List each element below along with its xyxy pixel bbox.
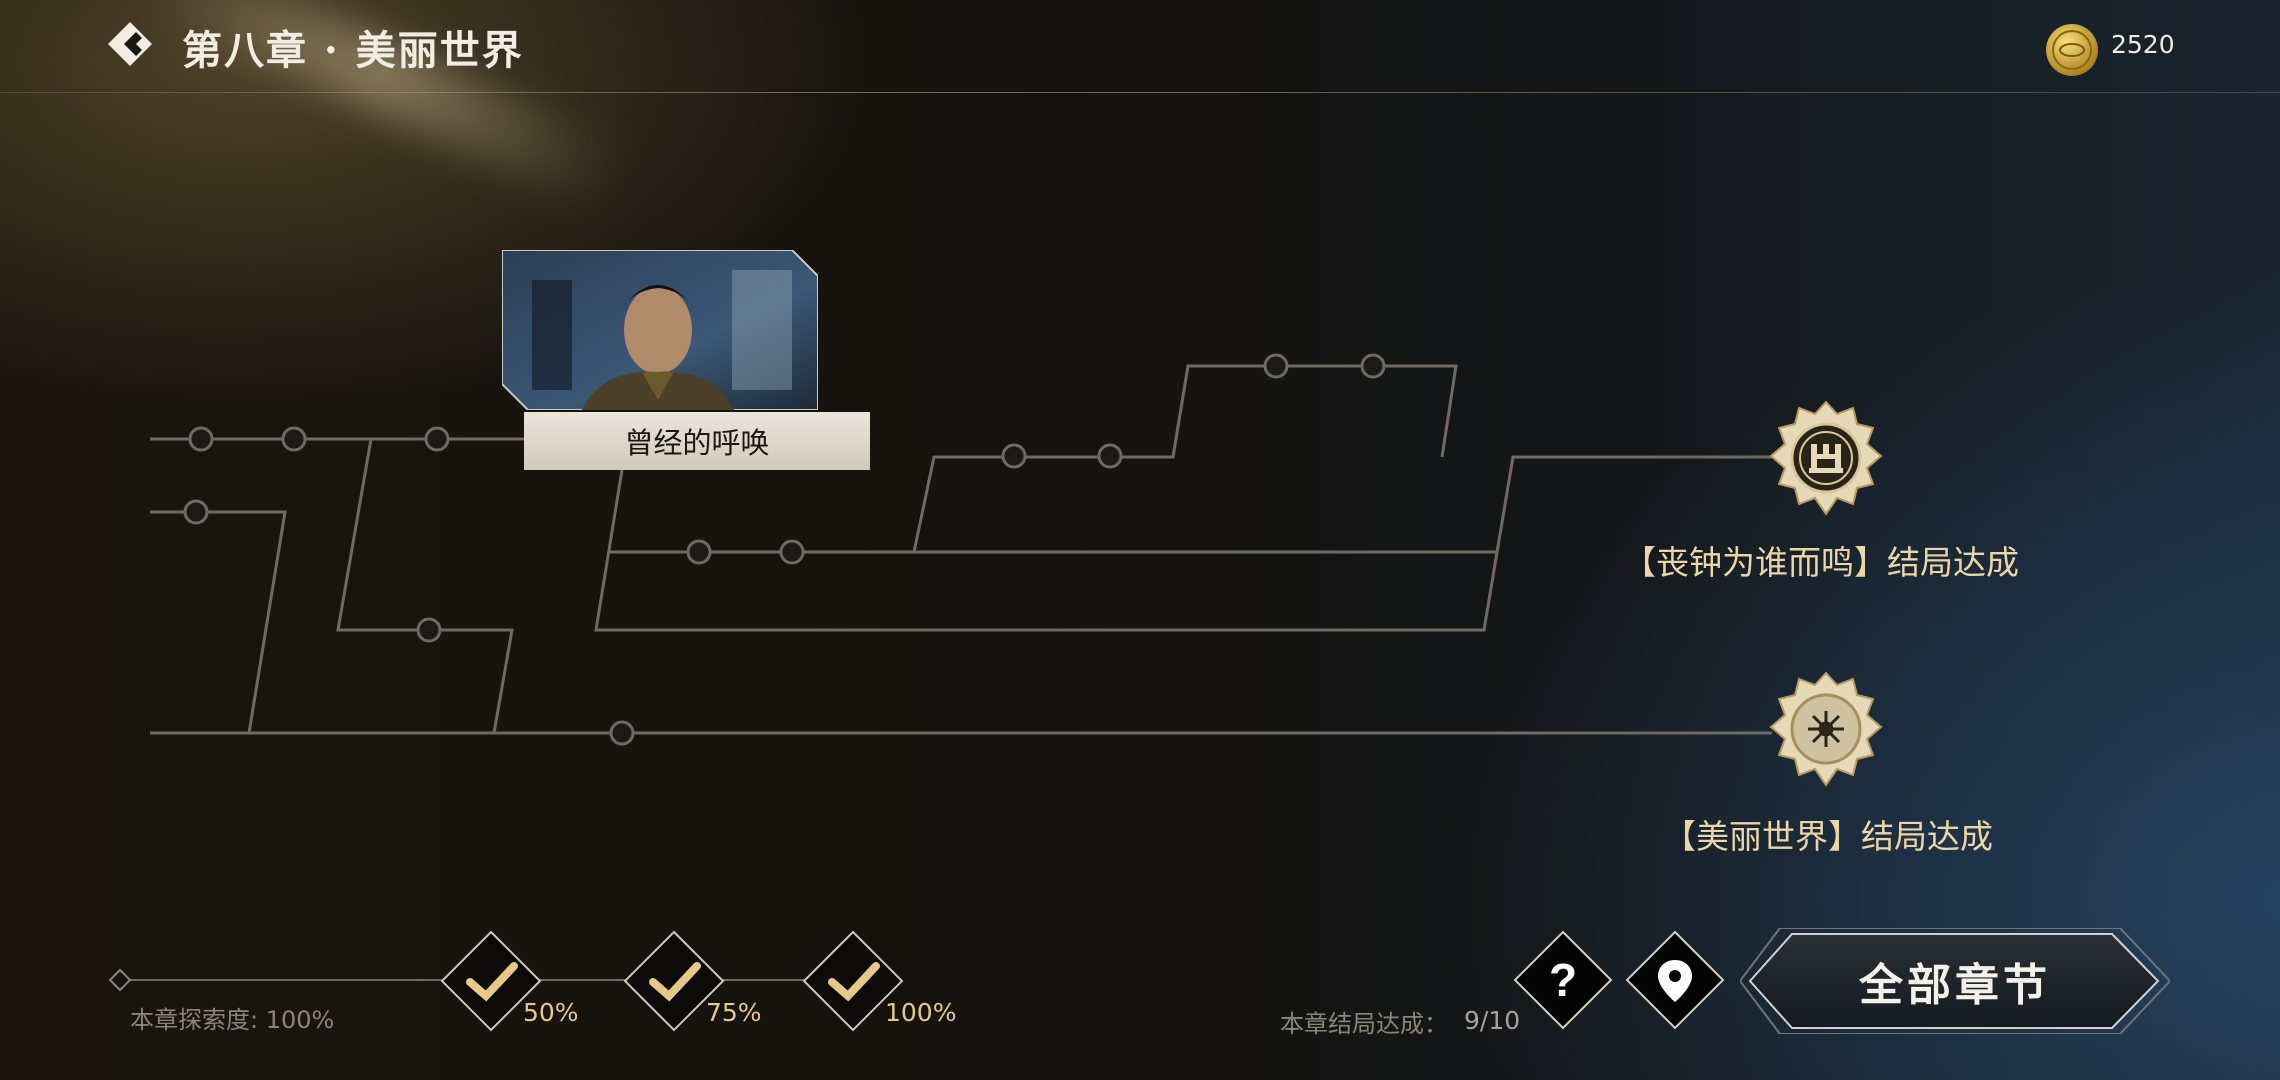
all-chapters-button[interactable] [1740,928,2170,1034]
endings-count: 9/10 [1464,1006,1521,1035]
explore-value: 100% [265,1006,335,1034]
milestone-75-label: 75% [706,998,762,1027]
help-button[interactable]: ? [1513,930,1613,1030]
explore-progress-track [108,930,904,1032]
explore-label: 本章探索度: 100% [130,1006,335,1034]
milestone-50-label: 50% [523,998,579,1027]
milestone-100-label: 100% [885,998,957,1027]
endings-label: 本章结局达成： [1280,1010,1448,1038]
location-pin-icon[interactable] [1625,930,1725,1030]
svg-text:?: ? [1549,954,1577,1006]
